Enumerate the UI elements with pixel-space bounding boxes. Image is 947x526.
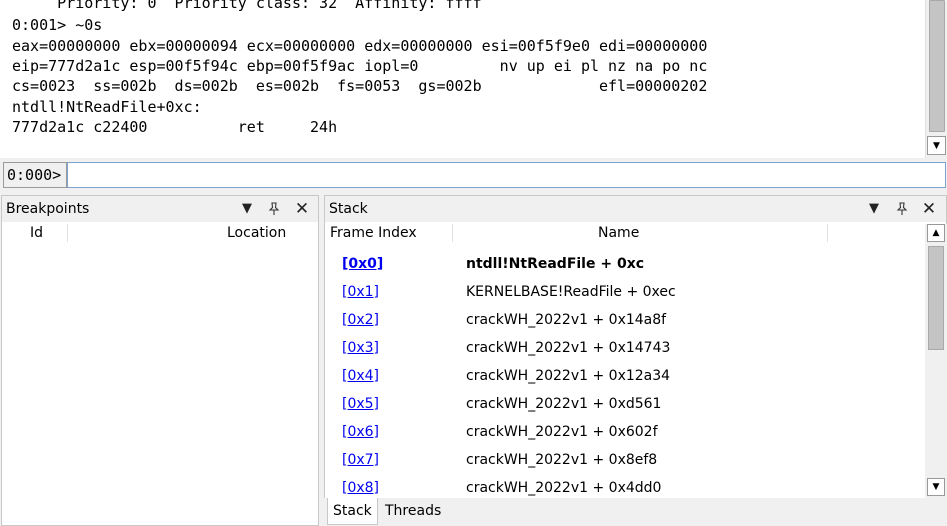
frame-name: crackWH_2022v1 + 0xd561	[466, 396, 662, 412]
breakpoints-header: Breakpoints ▼ ✕	[2, 196, 318, 222]
output-line: eip=777d2a1c esp=00f5f94c ebp=00f5f9ac i…	[12, 57, 708, 75]
close-icon[interactable]: ✕	[292, 199, 312, 219]
scroll-down-button[interactable]: ▼	[927, 478, 945, 496]
chevron-up-icon: ▲	[932, 228, 940, 238]
frame-name: crackWH_2022v1 + 0x8ef8	[466, 452, 658, 468]
pin-icon[interactable]	[892, 199, 912, 219]
breakpoints-panel: Breakpoints ▼ ✕ Id Location	[1, 195, 319, 526]
frame-index-link[interactable]: [0x0]	[342, 250, 383, 278]
stack-frame-row[interactable]: [0x1] KERNELBASE!ReadFile + 0xec	[325, 278, 925, 306]
stack-scrollbar[interactable]: ▲ ▼	[925, 224, 947, 498]
output-line: eax=00000000 ebx=00000094 ecx=00000000 e…	[12, 37, 708, 55]
tab-threads[interactable]: Threads	[380, 498, 446, 525]
stack-frame-row[interactable]: [0x3] crackWH_2022v1 + 0x14743	[325, 334, 925, 362]
command-output: Priority: 0 Priority class: 32 Affinity:…	[0, 0, 925, 158]
column-divider[interactable]	[827, 224, 828, 242]
frame-name: crackWH_2022v1 + 0x14743	[466, 340, 671, 356]
stack-frame-row[interactable]: [0x4] crackWH_2022v1 + 0x12a34	[325, 362, 925, 390]
column-header-location[interactable]: Location	[227, 222, 286, 244]
frame-index-link[interactable]: [0x2]	[342, 306, 379, 334]
panel-title: Breakpoints	[6, 201, 90, 217]
close-icon[interactable]: ✕	[919, 199, 939, 219]
frame-index-link[interactable]: [0x1]	[342, 278, 379, 306]
output-line: ntdll!NtReadFile+0xc:	[12, 98, 202, 116]
scroll-down-button[interactable]: ▼	[927, 136, 946, 155]
stack-frame-row[interactable]: [0x0] ntdll!NtReadFile + 0xc	[325, 250, 925, 278]
stack-frame-row[interactable]: [0x7] crackWH_2022v1 + 0x8ef8	[325, 446, 925, 474]
frame-name: KERNELBASE!ReadFile + 0xec	[466, 284, 676, 300]
output-line: Priority: 0 Priority class: 32 Affinity:…	[12, 0, 482, 12]
chevron-down-icon[interactable]: ▼	[864, 199, 884, 219]
column-header-id[interactable]: Id	[30, 222, 43, 244]
command-prompt-row: 0:000>	[0, 162, 947, 188]
stack-panel: Stack ▼ ✕ Frame Index Name [0x0] ntdll!N…	[324, 195, 947, 498]
output-line: 0:001> ~0s	[12, 16, 103, 34]
stack-frame-row[interactable]: [0x6] crackWH_2022v1 + 0x602f	[325, 418, 925, 446]
frame-name: ntdll!NtReadFile + 0xc	[466, 256, 645, 272]
frame-index-link[interactable]: [0x4]	[342, 362, 379, 390]
column-divider[interactable]	[67, 224, 68, 242]
frame-name: crackWH_2022v1 + 0x12a34	[466, 368, 671, 384]
stack-frame-row[interactable]: [0x5] crackWH_2022v1 + 0xd561	[325, 390, 925, 418]
frame-name: crackWH_2022v1 + 0x602f	[466, 424, 658, 440]
output-line: cs=0023 ss=002b ds=002b es=002b fs=0053 …	[12, 77, 708, 95]
chevron-down-icon: ▼	[932, 482, 940, 492]
stack-header: Stack ▼ ✕	[325, 196, 946, 222]
column-header-name[interactable]: Name	[598, 222, 639, 244]
chevron-down-icon: ▼	[933, 140, 940, 151]
command-input[interactable]	[67, 162, 946, 188]
stack-frame-row[interactable]: [0x2] crackWH_2022v1 + 0x14a8f	[325, 306, 925, 334]
prompt-label: 0:000>	[3, 162, 67, 188]
output-line: 777d2a1c c22400 ret 24h	[12, 118, 338, 136]
column-header-frame-index[interactable]: Frame Index	[330, 222, 417, 244]
pin-icon[interactable]	[264, 199, 284, 219]
output-scroll-thumb[interactable]	[929, 0, 945, 132]
bottom-tab-strip: Stack Threads	[324, 498, 947, 526]
output-scrollbar[interactable]: ▼	[925, 0, 947, 158]
tab-stack[interactable]: Stack	[327, 498, 378, 525]
panel-title: Stack	[329, 201, 368, 217]
column-divider[interactable]	[452, 224, 453, 242]
scroll-up-button[interactable]: ▲	[927, 224, 945, 242]
chevron-down-icon[interactable]: ▼	[237, 199, 257, 219]
frame-index-link[interactable]: [0x3]	[342, 334, 379, 362]
frame-index-link[interactable]: [0x5]	[342, 390, 379, 418]
frame-name: crackWH_2022v1 + 0x14a8f	[466, 312, 667, 328]
stack-scroll-thumb[interactable]	[928, 246, 944, 350]
frame-index-link[interactable]: [0x6]	[342, 418, 379, 446]
frame-index-link[interactable]: [0x7]	[342, 446, 379, 474]
